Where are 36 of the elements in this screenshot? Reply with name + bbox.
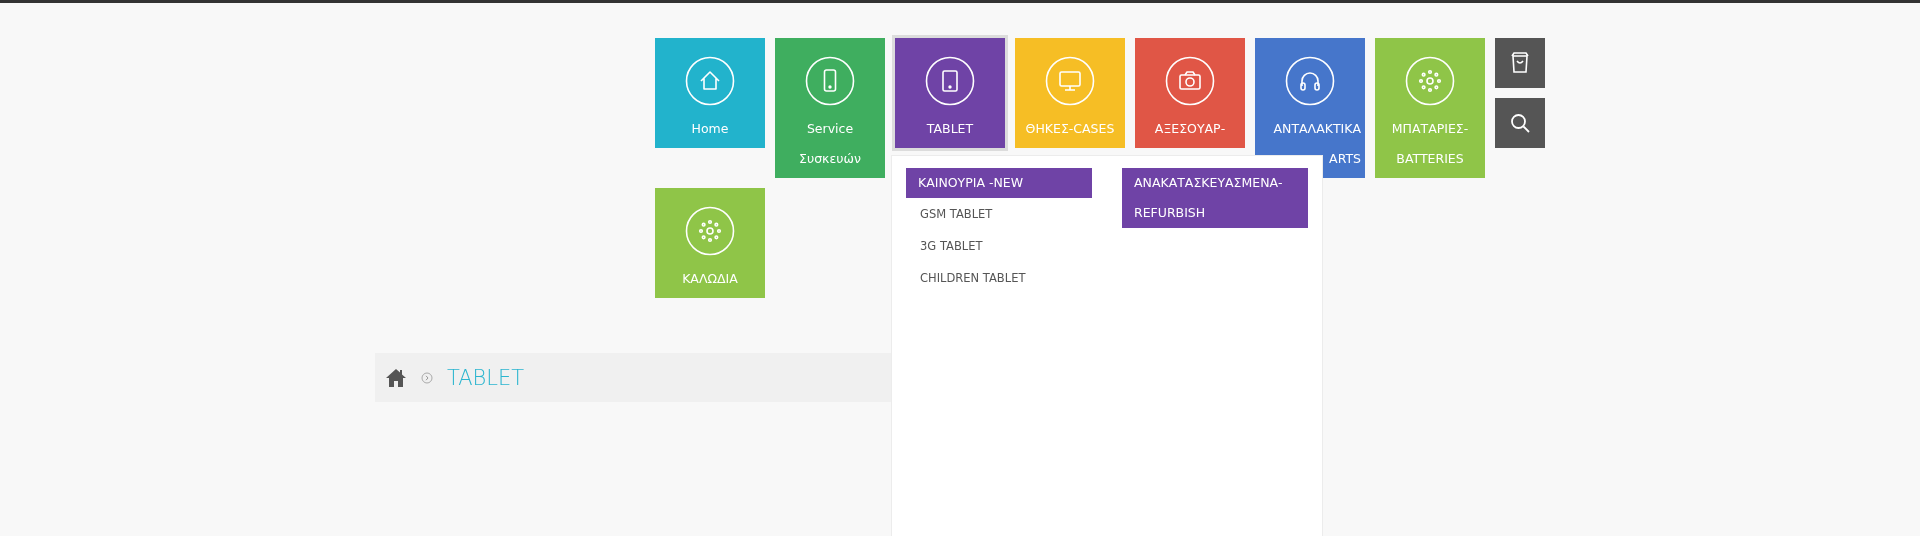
tile-label: ΑΞΕΣΟΥΑΡ- (1154, 120, 1226, 138)
category-heading[interactable]: ΚΑΙΝΟΥΡΙΑ -NEW (906, 168, 1092, 198)
menu-tile[interactable]: ΑΝΤΑΛΑΚΤΙΚΑ ARTS (1255, 38, 1365, 178)
tile-label: ΜΠΑΤΑΡΙΕΣ- (1391, 120, 1469, 138)
menu-tile[interactable]: Service Συσκευών (775, 38, 885, 178)
submenu-link[interactable]: GSM TABLET (906, 198, 1092, 230)
tile-label: Συσκευών (799, 150, 861, 168)
phone-circle-icon (805, 56, 855, 106)
menu-tile[interactable]: ΑΞΕΣΟΥΑΡ- (1135, 38, 1245, 148)
tile-label: ARTS (1329, 150, 1361, 168)
dots-circle-icon (685, 206, 735, 256)
headphones-circle-icon (1285, 56, 1335, 106)
search-icon (1508, 111, 1532, 135)
category-heading[interactable]: ΑΝΑΚΑΤΑΣΚΕΥΑΣΜΕΝΑ-REFURBISH (1122, 168, 1308, 228)
chevron-circle-icon (421, 371, 433, 384)
search-button[interactable] (1495, 98, 1545, 148)
submenu-link[interactable]: 3G TABLET (906, 230, 1092, 262)
breadcrumb-current: TABLET (447, 365, 525, 390)
tile-label: TABLET (926, 120, 974, 138)
dots-circle-icon (1405, 56, 1455, 106)
tile-label: Service (806, 120, 854, 138)
home-circle-icon (685, 56, 735, 106)
tile-label: ΚΑΛΩΔΙΑ (682, 270, 738, 288)
camera-circle-icon (1165, 56, 1215, 106)
bag-icon (1508, 51, 1532, 75)
menu-tile[interactable]: TABLET (895, 38, 1005, 148)
submenu-link[interactable]: CHILDREN TABLET (906, 262, 1092, 294)
tile-label: ΘΗΚΕΣ-CASES (1025, 120, 1115, 138)
menu-tile[interactable]: Home (655, 38, 765, 148)
cart-button[interactable] (1495, 38, 1545, 88)
tile-label: ΑΝΤΑΛΑΚΤΙΚΑ (1273, 120, 1361, 138)
tile-label: BATTERIES (1396, 150, 1464, 168)
tablet-circle-icon (925, 56, 975, 106)
tile-label: Home (691, 120, 729, 138)
home-icon[interactable] (385, 367, 407, 388)
monitor-circle-icon (1045, 56, 1095, 106)
